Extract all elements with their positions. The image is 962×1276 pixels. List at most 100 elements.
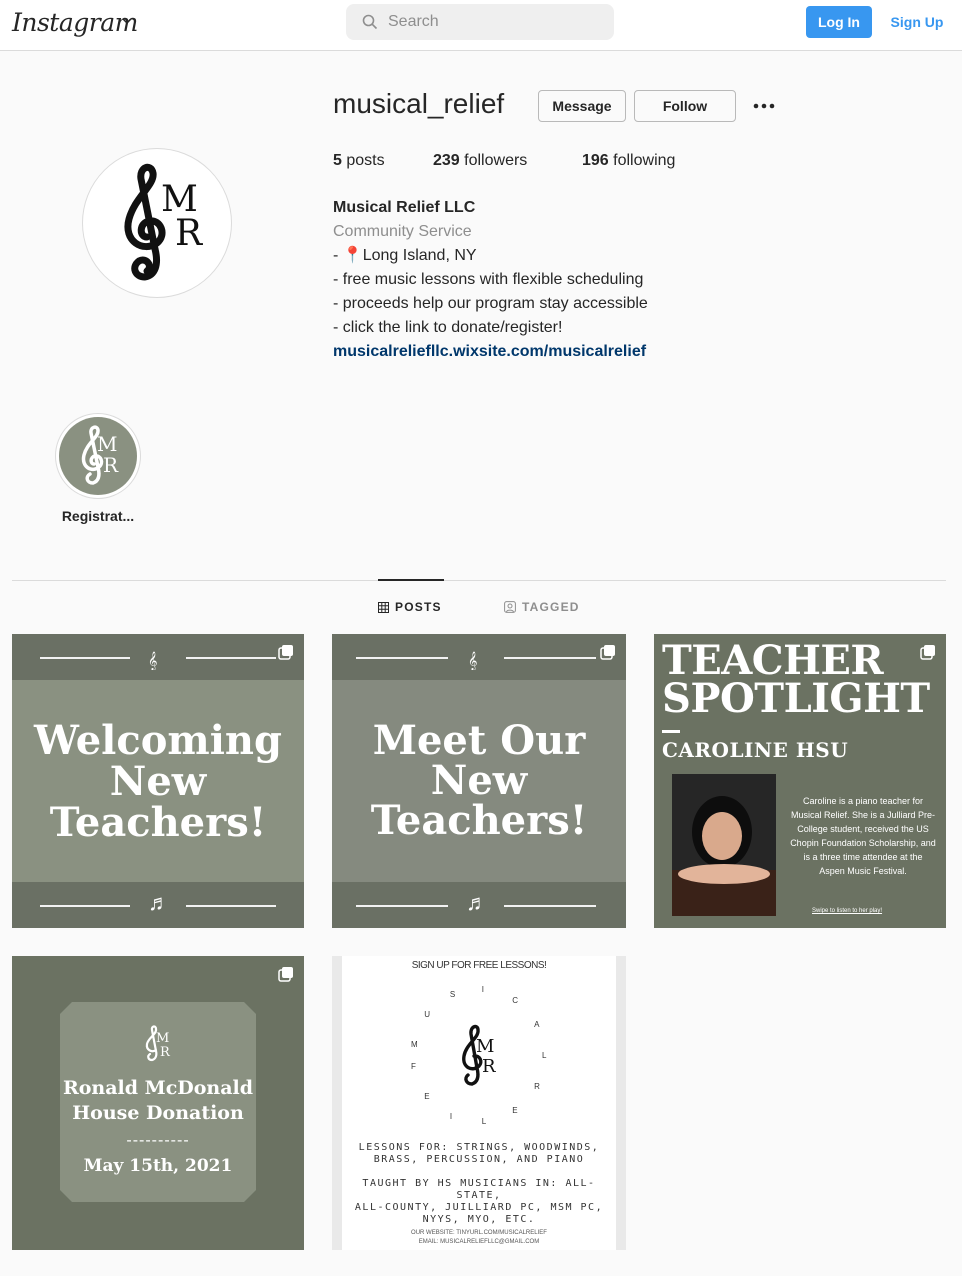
ring-letter: I: [449, 1111, 453, 1121]
teacher-photo: [672, 774, 776, 916]
post-band-top: 𝄞: [12, 634, 304, 680]
search-box[interactable]: [346, 4, 614, 40]
post-band-top: 𝄞: [332, 634, 626, 680]
followers-count: 239: [433, 152, 460, 169]
ring-letter: C: [512, 995, 519, 1005]
posts-count: 5: [333, 152, 342, 169]
top-nav: Instagram Log In Sign Up: [0, 0, 962, 51]
band-line: [40, 905, 130, 907]
bio-line-proceeds: - proceeds help our program stay accessi…: [333, 295, 648, 312]
music-note-icon: ♬: [466, 890, 488, 915]
tab-tagged[interactable]: TAGGED: [504, 600, 580, 614]
message-button[interactable]: Message: [538, 90, 626, 122]
flyer-lessons-line: LESSONS FOR: STRINGS, WOODWINDS,: [358, 1142, 600, 1153]
stat-following[interactable]: 196 following: [582, 152, 675, 170]
profile-avatar[interactable]: M R: [82, 148, 232, 298]
spotlight-swipe-text: Swipe to listen to her play!: [812, 908, 883, 914]
bio-line-lessons: - free music lessons with flexible sched…: [333, 271, 644, 288]
post-teacher-spotlight[interactable]: TEACHER SPOTLIGHT CAROLINE HSU Caroline …: [654, 634, 946, 928]
profile-bio: Musical Relief LLC Community Service - 📍…: [333, 196, 753, 364]
svg-text:M: M: [156, 1031, 169, 1046]
post-meet-teachers[interactable]: 𝄞 Meet Our New Teachers! ♬: [332, 634, 626, 928]
post-sign-up-flyer[interactable]: SIGN UP FOR FREE LESSONS! M R M U S I C A L R E L…: [332, 956, 626, 1250]
bio-line-location: - 📍Long Island, NY: [333, 244, 753, 268]
flyer-header: SIGN UP FOR FREE LESSONS!: [411, 960, 547, 971]
tab-posts[interactable]: POSTS: [378, 600, 442, 614]
post-title-line: New: [109, 758, 207, 805]
tab-tagged-label: TAGGED: [522, 600, 580, 614]
ring-letter: L: [542, 1051, 547, 1060]
login-button[interactable]: Log In: [806, 6, 872, 38]
band-line: [356, 657, 448, 659]
chevron-down-icon[interactable]: [122, 16, 132, 26]
donation-date: May 15th, 2021: [83, 1156, 233, 1176]
post-title-line: Welcoming: [34, 717, 282, 764]
svg-text:R: R: [175, 213, 203, 254]
svg-text:R: R: [482, 1056, 496, 1077]
flyer-taught-line: NYYS, MYO, ETC.: [422, 1214, 536, 1225]
flyer-email: EMAIL: MUSICALRELIEFLLC@GMAIL.COM: [418, 1239, 540, 1245]
treble-clef-logo-icon: M R: [462, 1024, 496, 1086]
stat-posts: 5 posts: [333, 152, 385, 170]
donation-dashes: ----------: [126, 1132, 190, 1149]
svg-text:R: R: [103, 453, 119, 477]
svg-text:𝄞: 𝄞: [148, 651, 157, 670]
tagged-user-icon: [504, 601, 516, 613]
donation-title-line: House Donation: [72, 1102, 244, 1124]
stat-followers[interactable]: 239 followers: [433, 152, 527, 170]
treble-clef-logo-icon: M R: [140, 1024, 176, 1064]
posts-label: posts: [346, 152, 385, 169]
ring-letter: R: [534, 1082, 540, 1092]
post-welcoming-teachers[interactable]: 𝄞 Welcoming New Teachers! ♬: [12, 634, 304, 928]
active-tab-indicator: [378, 579, 444, 581]
search-input[interactable]: [388, 4, 598, 40]
tabs-divider: [12, 580, 946, 581]
post-band-bottom: ♬: [332, 882, 626, 928]
ring-letter: E: [424, 1091, 430, 1101]
bio-location: Long Island, NY: [362, 247, 477, 264]
grid-icon: [378, 601, 389, 613]
band-line: [186, 905, 276, 907]
more-options-button[interactable]: [750, 94, 778, 118]
spotlight-title: TEACHER SPOTLIGHT: [662, 641, 930, 719]
bio-link[interactable]: musicalreliefllc.wixsite.com/musicalreli…: [333, 340, 753, 364]
music-note-icon: ♬: [148, 890, 170, 915]
ring-letter: I: [481, 985, 484, 995]
highlight-ring: M R: [55, 413, 141, 499]
following-count: 196: [582, 152, 609, 169]
tab-posts-label: POSTS: [395, 600, 442, 614]
svg-text:R: R: [160, 1045, 171, 1060]
ring-letter: S: [449, 990, 456, 1000]
ring-letter: U: [424, 1010, 430, 1020]
svg-text:M: M: [476, 1036, 494, 1057]
donation-title: Ronald McDonald House Donation: [60, 1076, 256, 1126]
ring-letter: E: [512, 1106, 518, 1116]
carousel-icon: [278, 967, 293, 982]
teacher-portrait-image: [672, 774, 776, 916]
ring-letter: L: [481, 1116, 487, 1126]
treble-clef-logo-icon: M R: [124, 163, 203, 281]
profile-username: musical_relief: [333, 88, 505, 119]
treble-clef-logo-icon: M R: [81, 425, 119, 485]
post-title-line: Teachers!: [370, 797, 588, 844]
band-line: [40, 657, 130, 659]
band-line: [186, 657, 276, 659]
highlight-cover: M R: [59, 417, 137, 495]
bio-dash: -: [333, 247, 343, 264]
donation-title-line: Ronald McDonald: [62, 1077, 254, 1099]
flyer-website: OUR WEBSITE: TINYURL.COM/MUSICALRELIEF: [411, 1230, 547, 1236]
signup-button[interactable]: Sign Up: [884, 6, 950, 38]
ring-letter: F: [411, 1062, 416, 1072]
flyer-lessons-line: BRASS, PERCUSSION, AND PIANO: [373, 1154, 585, 1165]
spotlight-name: CAROLINE HSU: [662, 738, 849, 762]
following-label: following: [613, 152, 676, 169]
story-highlight[interactable]: M R Registrat...: [55, 413, 141, 524]
post-band-bottom: ♬: [12, 882, 304, 928]
bio-category: Community Service: [333, 223, 472, 240]
instagram-logo[interactable]: Instagram: [12, 8, 138, 37]
location-pin-icon: 📍: [342, 247, 363, 264]
post-rmh-donation[interactable]: M R Ronald McDonald House Donation -----…: [12, 956, 304, 1250]
follow-button[interactable]: Follow: [634, 90, 736, 122]
more-dots-icon: [753, 103, 775, 109]
spotlight-description: Caroline is a piano teacher for Musical …: [790, 796, 936, 876]
